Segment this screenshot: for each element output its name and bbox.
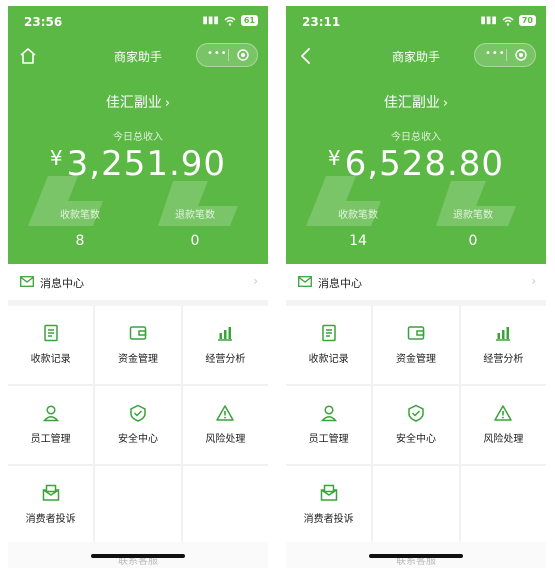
warning-icon bbox=[494, 405, 513, 421]
message-center-label: 消息中心 bbox=[40, 277, 84, 290]
status-time: 23:11 bbox=[302, 15, 341, 29]
merchant-name[interactable]: 佳汇副业 › bbox=[286, 92, 546, 112]
chevron-right-icon: › bbox=[253, 274, 258, 288]
status-bar: 23:11 ▮▮▮ 70 bbox=[286, 6, 546, 36]
more-icon[interactable]: ••• bbox=[485, 48, 506, 59]
mini-program-capsule: ••• bbox=[474, 43, 536, 67]
menu-item-funds[interactable]: 资金管理 bbox=[373, 306, 459, 384]
income-label: 今日总收入 bbox=[391, 132, 441, 143]
chevron-right-icon: › bbox=[531, 274, 536, 288]
grid-empty-cell bbox=[95, 466, 181, 544]
complaint-icon bbox=[320, 484, 337, 501]
phone-screen-left: 23:56 ▮▮▮ 61 商家助手 ••• 佳汇副业 › 今日总收入 ¥3,251… bbox=[8, 6, 268, 568]
menu-item-complaints[interactable]: 消费者投诉 bbox=[8, 466, 94, 544]
close-ring-icon[interactable] bbox=[237, 49, 249, 61]
payment-count[interactable]: 收款笔数 8 bbox=[30, 206, 130, 249]
header-panel: 23:56 ▮▮▮ 61 商家助手 ••• 佳汇副业 › 今日总收入 ¥3,251… bbox=[8, 6, 268, 264]
status-time: 23:56 bbox=[24, 15, 63, 29]
chevron-right-icon: › bbox=[442, 96, 449, 111]
menu-item-staff[interactable]: 员工管理 bbox=[8, 386, 94, 464]
menu-item-funds[interactable]: 资金管理 bbox=[95, 306, 181, 384]
function-grid: 收款记录 资金管理 经营分析 员工管理 安全中心 风险处理 消费者投诉 bbox=[8, 306, 268, 544]
grid-empty-cell bbox=[460, 466, 546, 544]
mail-icon bbox=[20, 276, 34, 287]
function-grid: 收款记录 资金管理 经营分析 员工管理 安全中心 风险处理 消费者投诉 bbox=[286, 306, 546, 544]
home-indicator bbox=[369, 554, 463, 558]
menu-item-security[interactable]: 安全中心 bbox=[95, 386, 181, 464]
signal-icon: ▮▮▮ bbox=[202, 15, 219, 26]
menu-item-security[interactable]: 安全中心 bbox=[373, 386, 459, 464]
menu-item-receipts[interactable]: 收款记录 bbox=[8, 306, 94, 384]
person-icon bbox=[320, 405, 337, 422]
signal-icon: ▮▮▮ bbox=[480, 15, 497, 26]
mail-icon bbox=[298, 276, 312, 287]
grid-empty-cell bbox=[373, 466, 459, 544]
menu-item-analysis[interactable]: 经营分析 bbox=[460, 306, 546, 384]
menu-item-complaints[interactable]: 消费者投诉 bbox=[286, 466, 372, 544]
menu-item-risk[interactable]: 风险处理 bbox=[182, 386, 268, 464]
wifi-icon bbox=[224, 16, 236, 26]
message-center-bar[interactable]: 消息中心 › bbox=[8, 264, 268, 300]
wallet-icon bbox=[407, 326, 425, 340]
home-indicator bbox=[91, 554, 185, 558]
menu-item-analysis[interactable]: 经营分析 bbox=[182, 306, 268, 384]
nav-bar: 商家助手 ••• bbox=[8, 40, 268, 72]
bar-chart-icon bbox=[496, 327, 511, 341]
phone-screen-right: 23:11 ▮▮▮ 70 商家助手 ••• 佳汇副业 › 今日总收入 ¥6,528… bbox=[286, 6, 546, 568]
more-icon[interactable]: ••• bbox=[207, 48, 228, 59]
merchant-name[interactable]: 佳汇副业 › bbox=[8, 92, 268, 112]
complaint-icon bbox=[42, 484, 59, 501]
receipt-icon bbox=[43, 324, 58, 342]
grid-empty-cell bbox=[182, 466, 268, 544]
menu-item-staff[interactable]: 员工管理 bbox=[286, 386, 372, 464]
battery-icon: 61 bbox=[240, 15, 258, 26]
person-icon bbox=[42, 405, 59, 422]
wallet-icon bbox=[129, 326, 147, 340]
income-amount: ¥6,528.80 bbox=[327, 144, 505, 184]
refund-count[interactable]: 退款笔数 0 bbox=[145, 206, 245, 249]
warning-icon bbox=[216, 405, 235, 421]
income-label: 今日总收入 bbox=[113, 132, 163, 143]
nav-bar: 商家助手 ••• bbox=[286, 40, 546, 72]
mini-program-capsule: ••• bbox=[196, 43, 258, 67]
receipt-icon bbox=[321, 324, 336, 342]
shield-icon bbox=[408, 404, 424, 422]
battery-icon: 70 bbox=[518, 15, 536, 26]
payment-count[interactable]: 收款笔数 14 bbox=[308, 206, 408, 249]
shield-icon bbox=[130, 404, 146, 422]
menu-item-risk[interactable]: 风险处理 bbox=[460, 386, 546, 464]
close-ring-icon[interactable] bbox=[515, 49, 527, 61]
chevron-right-icon: › bbox=[164, 96, 171, 111]
message-center-label: 消息中心 bbox=[318, 277, 362, 290]
bar-chart-icon bbox=[218, 327, 233, 341]
income-amount: ¥3,251.90 bbox=[49, 144, 227, 184]
wifi-icon bbox=[502, 16, 514, 26]
refund-count[interactable]: 退款笔数 0 bbox=[423, 206, 523, 249]
message-center-bar[interactable]: 消息中心 › bbox=[286, 264, 546, 300]
menu-item-receipts[interactable]: 收款记录 bbox=[286, 306, 372, 384]
header-panel: 23:11 ▮▮▮ 70 商家助手 ••• 佳汇副业 › 今日总收入 ¥6,528… bbox=[286, 6, 546, 264]
status-bar: 23:56 ▮▮▮ 61 bbox=[8, 6, 268, 36]
